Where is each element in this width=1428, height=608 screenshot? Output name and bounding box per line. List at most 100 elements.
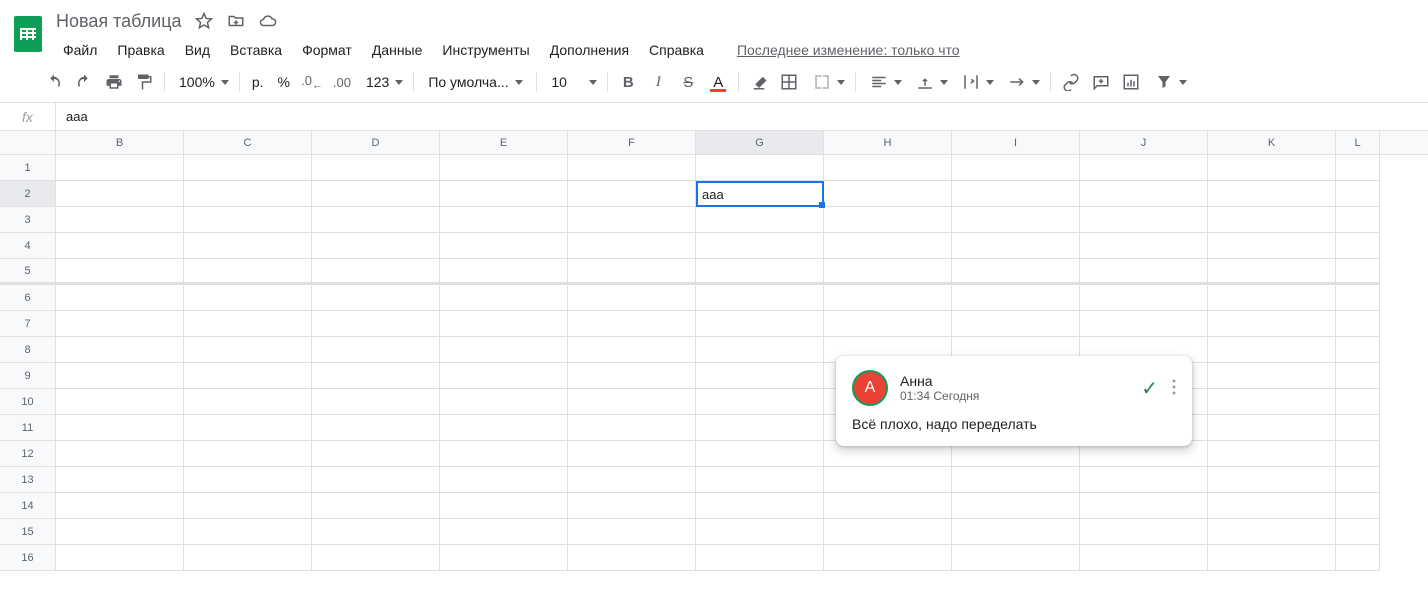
col-header[interactable]: B	[56, 131, 184, 154]
cell[interactable]	[312, 259, 440, 285]
row-header[interactable]: 3	[0, 207, 56, 233]
cell[interactable]	[952, 155, 1080, 181]
cell[interactable]	[696, 155, 824, 181]
cell[interactable]	[824, 207, 952, 233]
row-header[interactable]: 11	[0, 415, 56, 441]
cell[interactable]	[440, 259, 568, 285]
row-header[interactable]: 10	[0, 389, 56, 415]
col-header[interactable]: J	[1080, 131, 1208, 154]
cell[interactable]	[1336, 337, 1380, 363]
cell[interactable]	[568, 233, 696, 259]
cell[interactable]	[568, 311, 696, 337]
cell[interactable]	[440, 207, 568, 233]
cell[interactable]	[56, 337, 184, 363]
cell[interactable]	[696, 311, 824, 337]
cell[interactable]	[56, 285, 184, 311]
row-header[interactable]: 13	[0, 467, 56, 493]
select-all-corner[interactable]	[0, 131, 56, 154]
cell[interactable]	[312, 155, 440, 181]
menu-edit[interactable]: Правка	[110, 38, 171, 62]
cell[interactable]	[312, 233, 440, 259]
cell[interactable]	[440, 181, 568, 207]
col-header[interactable]: H	[824, 131, 952, 154]
cell[interactable]	[312, 181, 440, 207]
cell[interactable]	[952, 493, 1080, 519]
cell[interactable]	[312, 389, 440, 415]
vertical-align-dropdown[interactable]	[908, 68, 952, 96]
cell[interactable]	[568, 441, 696, 467]
cell[interactable]	[696, 519, 824, 545]
cell[interactable]	[696, 467, 824, 493]
col-header[interactable]: D	[312, 131, 440, 154]
font-size-dropdown[interactable]: 10	[543, 68, 601, 96]
italic-button[interactable]: I	[644, 68, 672, 96]
cell[interactable]	[1208, 493, 1336, 519]
cell[interactable]	[440, 389, 568, 415]
cell[interactable]	[312, 441, 440, 467]
menu-addons[interactable]: Дополнения	[543, 38, 636, 62]
cell[interactable]	[1336, 441, 1380, 467]
cell[interactable]	[440, 519, 568, 545]
more-options-icon[interactable]	[1172, 379, 1176, 398]
cell[interactable]	[56, 207, 184, 233]
cell[interactable]	[1336, 311, 1380, 337]
cell[interactable]	[56, 259, 184, 285]
cell[interactable]	[1208, 285, 1336, 311]
cell[interactable]	[696, 259, 824, 285]
col-header[interactable]: C	[184, 131, 312, 154]
col-header[interactable]: E	[440, 131, 568, 154]
cell[interactable]	[312, 545, 440, 571]
cell[interactable]	[1336, 545, 1380, 571]
cell[interactable]	[1336, 363, 1380, 389]
cell[interactable]	[184, 441, 312, 467]
resolve-comment-icon[interactable]: ✓	[1141, 376, 1158, 401]
decrease-decimal-button[interactable]: .0←	[298, 68, 326, 96]
cell[interactable]	[1080, 311, 1208, 337]
cell[interactable]	[824, 467, 952, 493]
cell[interactable]	[952, 545, 1080, 571]
cell[interactable]	[696, 545, 824, 571]
cell[interactable]	[1080, 519, 1208, 545]
cell[interactable]	[312, 519, 440, 545]
cell[interactable]	[184, 545, 312, 571]
filter-dropdown[interactable]	[1147, 68, 1191, 96]
cell[interactable]	[568, 363, 696, 389]
cell[interactable]	[440, 363, 568, 389]
cell[interactable]	[568, 285, 696, 311]
increase-decimal-button[interactable]: .00	[328, 68, 356, 96]
borders-button[interactable]	[775, 68, 803, 96]
cell[interactable]	[184, 467, 312, 493]
row-header[interactable]: 7	[0, 311, 56, 337]
cell[interactable]	[568, 545, 696, 571]
cell[interactable]	[1080, 233, 1208, 259]
menu-data[interactable]: Данные	[365, 38, 430, 62]
row-header[interactable]: 16	[0, 545, 56, 571]
col-header[interactable]: F	[568, 131, 696, 154]
cell[interactable]	[184, 233, 312, 259]
cell[interactable]	[1080, 493, 1208, 519]
text-color-button[interactable]: A	[704, 68, 732, 96]
text-rotation-dropdown[interactable]	[1000, 68, 1044, 96]
document-title[interactable]: Новая таблица	[56, 11, 182, 32]
cell[interactable]	[1208, 259, 1336, 285]
cell[interactable]	[568, 467, 696, 493]
insert-chart-button[interactable]	[1117, 68, 1145, 96]
cell[interactable]	[184, 493, 312, 519]
cell[interactable]	[696, 285, 824, 311]
cell[interactable]	[1080, 467, 1208, 493]
cell[interactable]	[696, 389, 824, 415]
col-header[interactable]: K	[1208, 131, 1336, 154]
cell[interactable]	[1336, 233, 1380, 259]
cell[interactable]	[312, 493, 440, 519]
col-header[interactable]: I	[952, 131, 1080, 154]
cell[interactable]	[56, 181, 184, 207]
cell[interactable]	[952, 207, 1080, 233]
cell[interactable]	[952, 181, 1080, 207]
cell[interactable]	[440, 285, 568, 311]
row-header[interactable]: 8	[0, 337, 56, 363]
cell[interactable]	[312, 207, 440, 233]
cell[interactable]	[568, 415, 696, 441]
cell[interactable]	[696, 233, 824, 259]
menu-insert[interactable]: Вставка	[223, 38, 289, 62]
cell[interactable]	[568, 493, 696, 519]
